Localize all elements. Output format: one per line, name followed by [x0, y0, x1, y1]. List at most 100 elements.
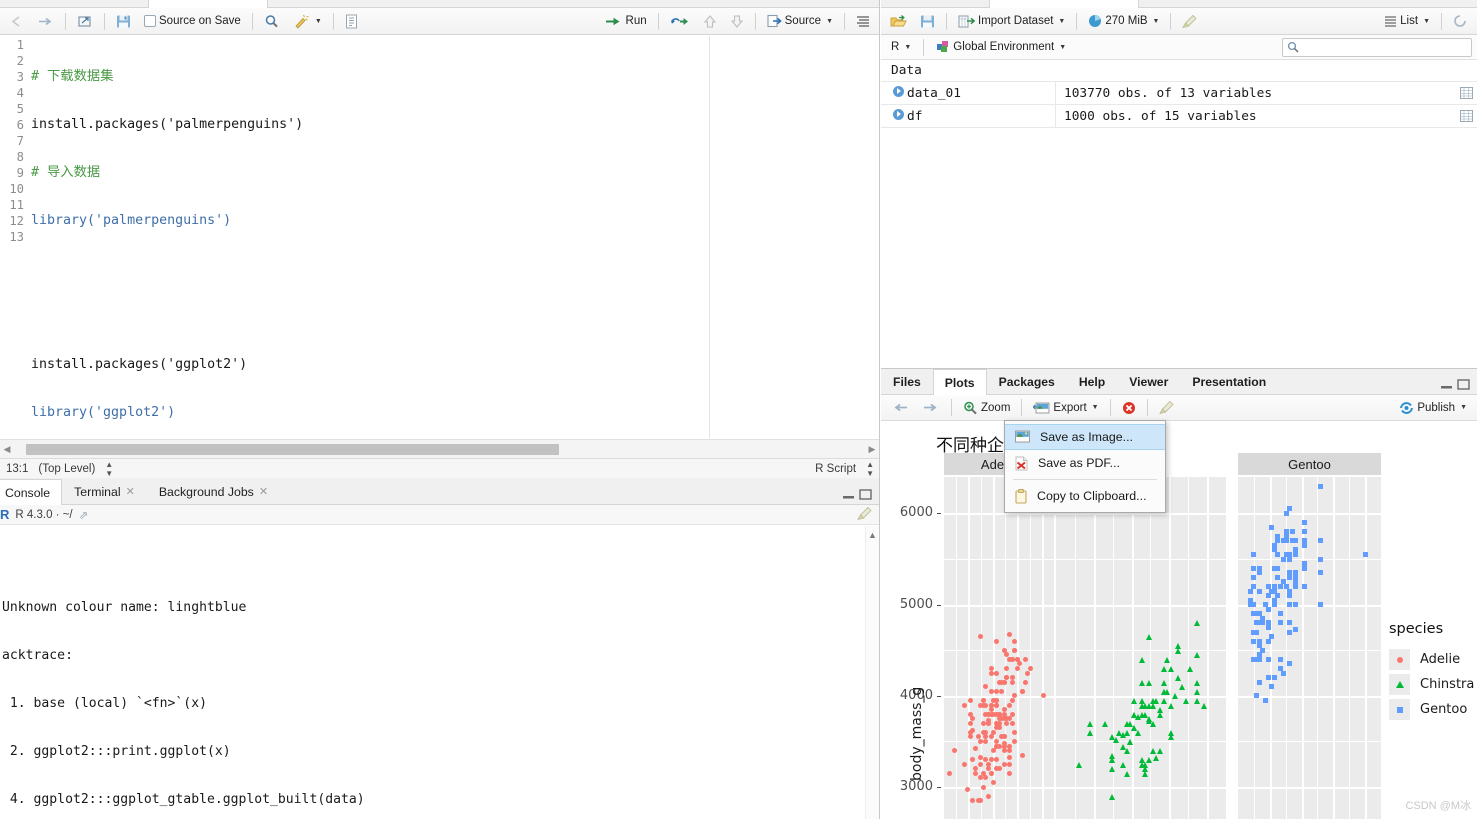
tab-packages[interactable]: Packages [987, 368, 1067, 394]
console-scrollbar[interactable]: ▲ [865, 526, 879, 819]
data-point [1302, 529, 1308, 535]
save-workspace-icon[interactable] [915, 11, 940, 32]
editor-horizontal-scrollbar[interactable]: ◀ ▶ [0, 439, 879, 458]
tab-terminal[interactable]: Terminal ✕ [62, 478, 147, 504]
environment-object-row[interactable]: df 1000 obs. of 15 variables [881, 104, 1477, 128]
memory-usage-button[interactable]: 270 MiB ▼ [1083, 11, 1164, 32]
scope-selector[interactable]: Global Environment ▼ [931, 37, 1071, 58]
menu-item-copy-to-clipboard[interactable]: Copy to Clipboard... [1005, 483, 1165, 509]
legend-item-chinstrap[interactable]: Chinstra [1389, 672, 1474, 697]
menu-item-save-as-image[interactable]: Save as Image... [1005, 424, 1165, 450]
tab-plots[interactable]: Plots [932, 369, 987, 395]
expand-object-icon[interactable] [889, 108, 907, 124]
menu-item-save-as-pdf[interactable]: Save as PDF... [1005, 450, 1165, 476]
code-lines: # 下载数据集 install.packages('palmerpenguins… [31, 37, 879, 438]
filetype-chevron-icon[interactable]: ▲ ▼ [866, 460, 874, 478]
legend-item-gentoo[interactable]: Gentoo [1389, 697, 1474, 722]
close-icon[interactable]: ✕ [259, 485, 268, 498]
data-point [1123, 729, 1130, 736]
data-point [1302, 565, 1308, 571]
tab-presentation[interactable]: Presentation [1180, 368, 1278, 394]
source-button[interactable]: Source ▼ [762, 11, 838, 32]
run-button[interactable]: Run [600, 11, 652, 32]
language-selector[interactable]: R ▼ [886, 37, 916, 58]
search-input[interactable] [1303, 41, 1467, 53]
tab-console[interactable]: Console [0, 479, 63, 505]
scroll-up-icon[interactable]: ▲ [866, 530, 879, 540]
show-in-new-window-icon[interactable] [72, 11, 98, 32]
open-folder-icon[interactable] [885, 11, 912, 32]
refresh-icon[interactable] [1448, 11, 1473, 32]
find-icon[interactable] [259, 11, 285, 32]
minimize-icon[interactable] [842, 489, 855, 500]
plot-canvas[interactable]: 不同种企鹅数据 Adelie Chinstrap Gentoo 30004000… [881, 421, 1477, 819]
data-point [1317, 570, 1323, 576]
grid-line [1317, 477, 1318, 819]
data-point [1278, 611, 1284, 617]
data-point [1009, 720, 1015, 726]
scroll-right-icon[interactable]: ▶ [865, 444, 879, 455]
zoom-plot-button[interactable]: Zoom [958, 397, 1015, 418]
scrollbar-thumb[interactable] [26, 443, 559, 455]
grid-line [1238, 559, 1381, 561]
back-arrow-icon[interactable] [4, 11, 29, 32]
maximize-icon[interactable] [1457, 379, 1470, 390]
show-directory-icon[interactable]: ⇗ [79, 508, 89, 522]
tab-viewer[interactable]: Viewer [1117, 368, 1180, 394]
maximize-icon[interactable] [859, 489, 872, 500]
grid-line [944, 695, 1054, 698]
file-type-selector[interactable]: R Script [815, 463, 856, 475]
re-run-icon[interactable] [665, 11, 695, 32]
data-point [1160, 666, 1167, 673]
clear-console-icon[interactable] [857, 506, 873, 524]
export-button[interactable]: Export ▼ [1028, 397, 1103, 418]
code-line: # 下载数据集 [31, 69, 114, 84]
list-view-button[interactable]: List ▼ [1379, 11, 1435, 32]
next-plot-icon[interactable] [917, 397, 945, 418]
legend-item-adelie[interactable]: Adelie [1389, 647, 1474, 672]
environment-object-row[interactable]: data_01 103770 obs. of 13 variables [881, 81, 1477, 105]
view-dataframe-icon[interactable] [1455, 110, 1477, 122]
next-chunk-icon[interactable] [725, 11, 749, 32]
editor-tabstrip [0, 0, 879, 8]
console-working-directory[interactable]: R 4.3.0 · ~/ [15, 509, 72, 521]
tab-background-jobs[interactable]: Background Jobs ✕ [147, 478, 280, 504]
code-tools-icon[interactable]: ▼ [288, 11, 327, 32]
clear-all-plots-icon[interactable] [1154, 397, 1180, 418]
object-value: 1000 obs. of 15 variables [1055, 104, 1455, 128]
remove-plot-icon[interactable] [1117, 397, 1141, 418]
expand-object-icon[interactable] [889, 85, 907, 101]
tab-terminal-label: Terminal [74, 484, 121, 499]
close-icon[interactable]: ✕ [126, 485, 135, 498]
console-output[interactable]: Unknown colour name: linghtblue acktrace… [0, 526, 879, 819]
minimize-icon[interactable] [1440, 379, 1453, 390]
search-icon [1287, 41, 1299, 53]
previous-plot-icon[interactable] [886, 397, 914, 418]
tab-environment[interactable] [989, 0, 1139, 8]
data-point [999, 688, 1005, 694]
scope-chevron-icon[interactable]: ▲ ▼ [105, 460, 113, 478]
code-editor-area[interactable]: 1 2 3 4 5 6 7 8 9 10 11 12 13 # 下载数据集 in… [0, 36, 879, 438]
view-dataframe-icon[interactable] [1455, 87, 1477, 99]
editor-toolbar: Source on Save ▼ Run Source ▼ [0, 8, 879, 35]
compile-report-icon[interactable] [340, 11, 363, 32]
scroll-left-icon[interactable]: ◀ [0, 444, 14, 455]
environment-search[interactable] [1282, 37, 1472, 57]
previous-chunk-icon[interactable] [698, 11, 722, 32]
data-point [1001, 679, 1007, 685]
grid-line [944, 559, 1054, 561]
data-point [962, 761, 968, 767]
tab-files[interactable]: Files [881, 368, 933, 394]
data-point [1020, 752, 1026, 758]
forward-arrow-icon[interactable] [32, 11, 59, 32]
import-dataset-button[interactable]: Import Dataset ▼ [953, 11, 1070, 32]
source-on-save-checkbox[interactable]: Source on Save [139, 11, 246, 32]
editor-file-tab[interactable] [148, 0, 268, 8]
save-icon[interactable] [111, 11, 136, 32]
grid-line [1056, 604, 1226, 607]
tab-help[interactable]: Help [1067, 368, 1117, 394]
scope-selector[interactable]: (Top Level) [38, 463, 95, 475]
clear-objects-icon[interactable] [1177, 11, 1203, 32]
document-outline-icon[interactable] [851, 11, 875, 32]
publish-button[interactable]: Publish ▼ [1394, 397, 1472, 418]
